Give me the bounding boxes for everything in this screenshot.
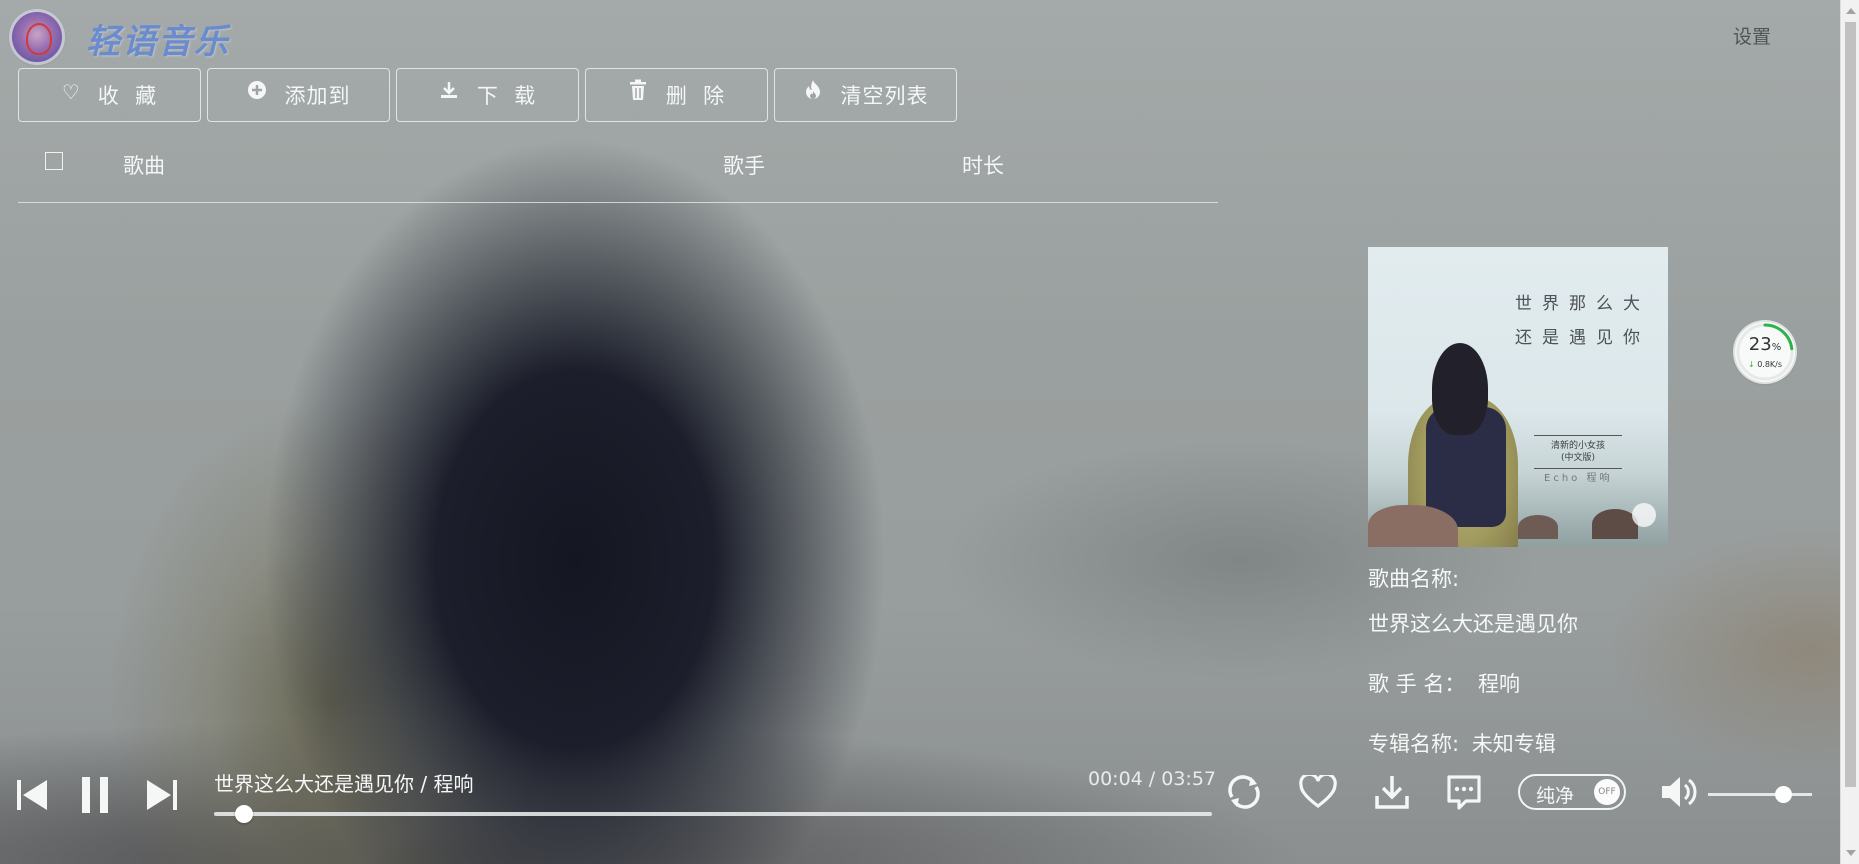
- download-icon: [439, 80, 459, 105]
- album-cover: 世界那么大 还是遇见你 清新的小女孩 (中文版) Echo 程响: [1368, 247, 1668, 547]
- logo-mark-icon: [26, 23, 52, 55]
- song-name-value: 世界这么大还是遇见你: [1368, 612, 1578, 636]
- clear-list-button[interactable]: 清空列表: [774, 68, 957, 122]
- previous-button[interactable]: [16, 778, 48, 812]
- pure-mode-toggle[interactable]: 纯净 OFF: [1518, 774, 1626, 810]
- column-duration[interactable]: 时长: [962, 150, 1004, 180]
- plus-circle-icon: [247, 80, 267, 105]
- select-all-checkbox[interactable]: [45, 152, 63, 170]
- toolbar: ♡ 收 藏 添加到 下 载 删 除 清空列表: [18, 68, 957, 122]
- loop-icon: [1228, 775, 1260, 809]
- app-name: 轻语音乐: [86, 22, 230, 62]
- song-name-label: 歌曲名称:: [1368, 567, 1460, 591]
- speed-rate-value: 0.8K/s: [1757, 360, 1783, 369]
- favorite-button[interactable]: ♡ 收 藏: [18, 68, 201, 122]
- heart-icon: ♡: [61, 80, 80, 104]
- cover-title-line1: 世界那么大: [1515, 294, 1650, 314]
- download-arrow-icon: ↓: [1747, 360, 1755, 369]
- column-singer[interactable]: 歌手: [723, 150, 765, 180]
- trash-icon: [628, 79, 648, 106]
- lyrics-button[interactable]: [1442, 770, 1486, 814]
- scroll-up-arrow-icon[interactable]: [1846, 8, 1856, 14]
- volume-icon: [1662, 777, 1697, 807]
- clear-list-label: 清空列表: [840, 84, 929, 108]
- delete-label: 删 除: [665, 84, 726, 108]
- volume-handle[interactable]: [1774, 786, 1792, 803]
- cover-subtitle-line2: (中文版): [1560, 453, 1596, 463]
- progress-bar[interactable]: [214, 805, 1212, 823]
- album-value: 未知专辑: [1471, 732, 1556, 756]
- cover-hair: [1432, 343, 1488, 435]
- speed-rate: ↓ 0.8K/s: [1735, 360, 1795, 369]
- now-playing-title: 世界这么大还是遇见你 / 程响: [214, 772, 474, 796]
- cover-artist: Echo 程响: [1544, 473, 1613, 484]
- flame-icon: [803, 79, 823, 106]
- playback-time: 00:04 / 03:57: [1088, 768, 1216, 790]
- cover-title-line2: 还是遇见你: [1515, 328, 1650, 348]
- album-row: 专辑名称: 未知专辑: [1368, 728, 1556, 758]
- speed-percent-unit: %: [1771, 342, 1782, 353]
- loop-button[interactable]: [1222, 770, 1266, 814]
- delete-button[interactable]: 删 除: [585, 68, 768, 122]
- pure-mode-label: 纯净: [1536, 785, 1575, 807]
- speed-percent-value: 23: [1748, 334, 1772, 355]
- cover-rock: [1368, 505, 1458, 547]
- add-to-label: 添加到: [284, 84, 351, 108]
- volume-slider[interactable]: [1708, 786, 1812, 803]
- pause-button[interactable]: [80, 776, 110, 814]
- app-logo: [12, 12, 62, 62]
- comment-icon: [1447, 775, 1481, 810]
- singer-row: 歌 手 名： 程响: [1368, 668, 1520, 698]
- pure-mode-state: OFF: [1594, 779, 1620, 805]
- previous-icon: [17, 780, 47, 810]
- volume-button[interactable]: [1660, 774, 1700, 810]
- download-song-button[interactable]: [1370, 770, 1414, 814]
- download-button[interactable]: 下 载: [396, 68, 579, 122]
- download-tray-icon: [1375, 776, 1409, 809]
- next-button[interactable]: [146, 778, 178, 812]
- cover-badge-icon: [1632, 503, 1656, 527]
- add-to-button[interactable]: 添加到: [207, 68, 390, 122]
- favorite-label: 收 藏: [97, 84, 158, 108]
- playlist-header: 歌曲 歌手 时长: [18, 146, 1218, 203]
- settings-link[interactable]: 设置: [1733, 22, 1771, 49]
- singer-value: 程响: [1478, 672, 1521, 696]
- cover-subtitle: 清新的小女孩 (中文版): [1534, 435, 1622, 469]
- album-label: 专辑名称:: [1368, 732, 1460, 756]
- column-song[interactable]: 歌曲: [123, 150, 165, 180]
- like-button[interactable]: [1296, 770, 1340, 814]
- scroll-down-arrow-icon[interactable]: [1846, 850, 1856, 856]
- cover-subtitle-line1: 清新的小女孩: [1550, 441, 1605, 451]
- page-scrollbar[interactable]: [1840, 0, 1859, 864]
- heart-outline-icon: [1299, 775, 1337, 808]
- progress-handle[interactable]: [234, 805, 253, 823]
- pause-icon: [82, 777, 108, 813]
- singer-label: 歌 手 名：: [1368, 672, 1466, 696]
- network-speed-widget[interactable]: 23% ↓ 0.8K/s: [1735, 322, 1795, 382]
- download-label: 下 载: [476, 84, 537, 108]
- scrollbar-thumb[interactable]: [1845, 22, 1856, 787]
- cover-rock: [1518, 515, 1558, 539]
- speed-percent: 23%: [1735, 334, 1795, 355]
- next-icon: [147, 780, 177, 810]
